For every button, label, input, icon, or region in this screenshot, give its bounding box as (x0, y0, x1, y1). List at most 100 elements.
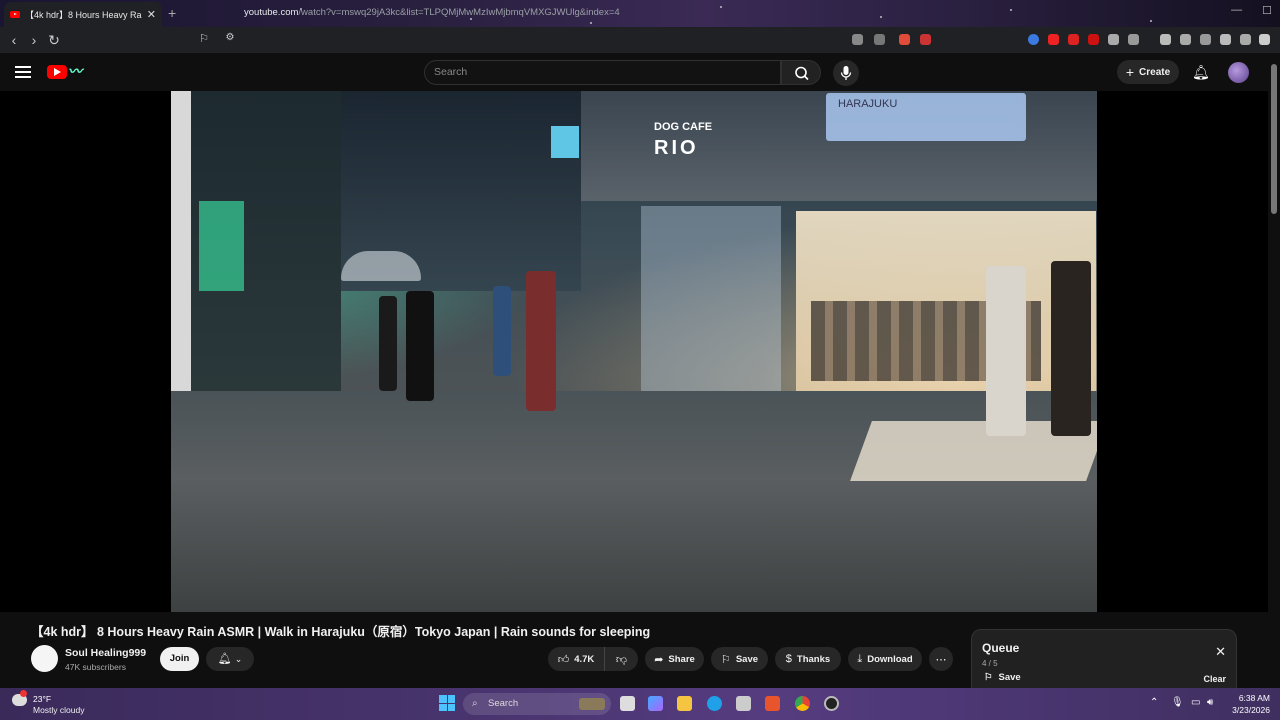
windows-start-icon[interactable] (439, 695, 455, 711)
extension-puzzle-icon[interactable] (1108, 34, 1119, 45)
channel-name[interactable]: Soul Healing999 (65, 647, 146, 659)
dog-cafe-sign: DOG CAFE (654, 121, 713, 133)
save-button[interactable]: ⚐ Save (711, 647, 768, 671)
site-info-icon[interactable]: ⚙ (220, 32, 240, 43)
subscriber-count: 47K subscribers (65, 662, 126, 672)
taskbar-time[interactable]: 6:38 AM (1226, 693, 1270, 703)
search-input[interactable]: Search (424, 60, 781, 85)
brave-shield-icon[interactable] (899, 34, 910, 45)
browser-tab[interactable]: 【4k hdr】8 Hours Heavy Rain ✕ (4, 2, 162, 27)
search-button[interactable] (781, 60, 821, 85)
minimize-icon[interactable]: — (1231, 4, 1242, 17)
taskbar-date[interactable]: 3/23/2026 (1226, 705, 1270, 715)
like-button[interactable]: 👍︎ 4.7K (548, 647, 604, 671)
save-bookmark-icon: ⚐ (720, 653, 731, 666)
blue-sign (551, 126, 579, 158)
youtube-doodle-logo[interactable]: 〰 (68, 61, 82, 81)
weather-condition[interactable]: Mostly cloudy (33, 705, 85, 715)
thumbs-up-icon: 👍︎ (557, 653, 570, 666)
wallet-icon[interactable] (1200, 34, 1211, 45)
extension-red-icon[interactable] (1068, 34, 1079, 45)
voice-search-button[interactable] (833, 60, 859, 86)
thanks-button[interactable]: $ Thanks (775, 647, 841, 671)
share-button[interactable]: ➦ Share (645, 647, 704, 671)
thanks-label: Thanks (796, 653, 831, 665)
forward-icon[interactable]: › (24, 32, 44, 48)
media-icon[interactable] (1160, 34, 1171, 45)
browser-tab-bar (0, 0, 1280, 27)
url-field[interactable]: youtube.com/watch?v=mswq29jA3kc&list=TLP… (244, 7, 620, 18)
weather-alert-badge (20, 690, 27, 697)
video-frame[interactable]: DOG CAFE RIO HARAJUKU (171, 91, 1097, 612)
pedestrian (493, 286, 511, 376)
taskbar-search[interactable]: ⌕ Search (463, 693, 611, 715)
harajuku-sign: HARAJUKU (826, 93, 1026, 141)
channel-avatar[interactable] (31, 645, 58, 672)
pillar (171, 91, 191, 421)
weather-temperature[interactable]: 23°F (33, 694, 51, 704)
share-label: Share (668, 653, 695, 665)
plus-icon: + (1125, 64, 1135, 80)
mic-icon (840, 66, 852, 80)
store-icon[interactable] (736, 696, 751, 711)
download-button[interactable]: ⤓ Download (848, 647, 922, 671)
pedestrian (379, 296, 397, 391)
youtube-favicon-icon (10, 11, 20, 18)
hamburger-menu-icon[interactable] (15, 66, 31, 78)
save-label: Save (735, 653, 759, 665)
dislike-button[interactable]: 👎︎ (604, 647, 638, 671)
more-actions-button[interactable]: ⋯ (929, 647, 953, 671)
extension-rec-icon[interactable] (1088, 34, 1099, 45)
tray-chevron-up-icon[interactable]: ⌃ (1150, 697, 1158, 708)
bell-icon: 🔔︎ (217, 653, 232, 665)
tab-title: 【4k hdr】8 Hours Heavy Rain (25, 10, 142, 20)
extension-box-icon[interactable] (1128, 34, 1139, 45)
share-page-icon[interactable] (874, 34, 885, 45)
left-building (171, 91, 341, 431)
create-button[interactable]: + Create (1117, 60, 1179, 84)
edge-icon[interactable] (707, 696, 722, 711)
brave-icon[interactable] (765, 696, 780, 711)
join-button[interactable]: Join (160, 647, 199, 671)
download-icon: ⤓ (857, 652, 863, 665)
extension-youtube-icon[interactable] (1048, 34, 1059, 45)
tray-volume-icon[interactable]: 🔊︎ (1207, 697, 1213, 708)
tray-network-icon[interactable]: ▭ (1191, 697, 1200, 708)
back-icon[interactable]: ‹ (4, 32, 24, 48)
windows-taskbar (0, 688, 1280, 720)
bookmark-icon[interactable]: ⚐ (194, 32, 214, 45)
chrome-icon[interactable] (795, 696, 810, 711)
channel-notification-button[interactable]: 🔔︎ ⌄ (206, 647, 254, 671)
task-view-icon[interactable] (620, 696, 635, 711)
new-tab-icon[interactable]: + (168, 5, 176, 21)
queue-panel: Queue 4 / 5 ✕ ⚐ Save Clear (971, 629, 1237, 689)
rewards-icon[interactable] (920, 34, 931, 45)
maximize-icon[interactable]: ☐ (1262, 4, 1272, 17)
reload-icon[interactable]: ↻ (44, 32, 64, 49)
queue-save-button[interactable]: ⚐ Save (984, 672, 1021, 683)
browser-menu-icon[interactable] (1259, 34, 1270, 45)
tray-mic-icon[interactable]: 🎙︎ (1171, 697, 1184, 708)
queue-title: Queue (982, 641, 1020, 655)
account-avatar[interactable] (1228, 62, 1249, 83)
leo-icon[interactable] (1220, 34, 1231, 45)
chevron-down-icon: ⌄ (234, 654, 243, 664)
sidebar-icon[interactable] (1180, 34, 1191, 45)
extension-blue-icon[interactable] (1028, 34, 1039, 45)
obs-icon[interactable] (824, 696, 839, 711)
queue-position: 4 / 5 (982, 659, 998, 668)
copilot-icon[interactable] (648, 696, 663, 711)
file-explorer-icon[interactable] (677, 696, 692, 711)
pedestrian (986, 266, 1026, 436)
scrollbar-thumb[interactable] (1271, 64, 1277, 214)
close-queue-icon[interactable]: ✕ (1215, 644, 1226, 660)
create-label: Create (1139, 66, 1171, 78)
tab-close-icon[interactable]: ✕ (147, 8, 156, 21)
queue-clear-button[interactable]: Clear (1203, 674, 1226, 684)
cast-icon[interactable] (852, 34, 863, 45)
rio-sign: RIO (654, 137, 699, 159)
pedestrian (1051, 261, 1091, 436)
vpn-icon[interactable] (1240, 34, 1251, 45)
youtube-logo-icon[interactable] (47, 65, 67, 79)
notifications-bell-icon[interactable]: 🔔︎ (1192, 64, 1210, 81)
